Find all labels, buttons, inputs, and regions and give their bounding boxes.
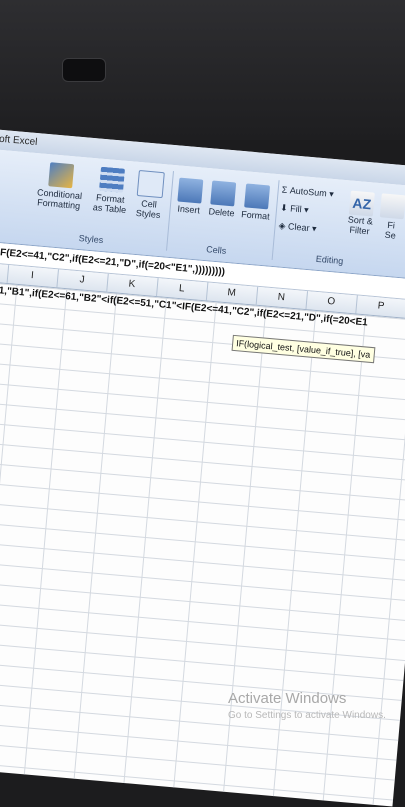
cell-styles-icon [136, 170, 165, 199]
fill-button[interactable]: ⬇ Fill ▾ [280, 202, 309, 214]
sort-filter-button[interactable]: AZ Sort & Filter [342, 190, 380, 237]
insert-cells-icon [177, 177, 204, 204]
format-label: Format [240, 209, 271, 222]
find-select-button[interactable]: Fi Se [378, 193, 405, 241]
find-select-label: Fi Se [384, 219, 397, 241]
insert-button[interactable]: Insert [173, 177, 206, 215]
fill-label: Fill [289, 203, 303, 215]
sort-filter-label: Sort & Filter [347, 214, 374, 237]
conditional-formatting-label: Conditional Formatting [36, 187, 83, 212]
conditional-formatting-icon [48, 162, 75, 189]
format-button[interactable]: Format [239, 183, 274, 222]
autosum-button[interactable]: Σ AutoSum ▾ [281, 185, 334, 200]
clear-label: Clear [287, 221, 310, 234]
window-title: oft Excel [0, 133, 38, 149]
delete-cells-icon [210, 180, 237, 207]
cell-styles-button[interactable]: Cell Styles [131, 170, 169, 221]
autosum-label: AutoSum [289, 185, 328, 199]
cells-group-label: Cells [205, 244, 227, 256]
conditional-formatting-button[interactable]: Conditional Formatting [31, 161, 89, 212]
laptop-bezel [0, 0, 405, 140]
activate-windows-subtext: Go to Settings to activate Windows. [228, 710, 386, 721]
format-as-table-button[interactable]: Format as Table [87, 166, 135, 216]
clear-button[interactable]: ◈ Clear ▾ [278, 220, 317, 233]
cell-styles-label: Cell Styles [135, 198, 161, 221]
format-as-table-icon [98, 166, 125, 193]
format-as-table-label: Format as Table [92, 192, 127, 216]
sort-az-icon: AZ [348, 190, 375, 217]
delete-button[interactable]: Delete [205, 180, 240, 219]
styles-group-label: Styles [78, 233, 104, 246]
webcam-notch [62, 58, 106, 82]
format-cells-icon [244, 183, 271, 210]
insert-label: Insert [177, 203, 201, 216]
editing-group-label: Editing [315, 253, 344, 267]
activate-windows-watermark: Activate Windows [228, 690, 347, 707]
binoculars-icon [379, 193, 405, 220]
delete-label: Delete [208, 206, 235, 219]
